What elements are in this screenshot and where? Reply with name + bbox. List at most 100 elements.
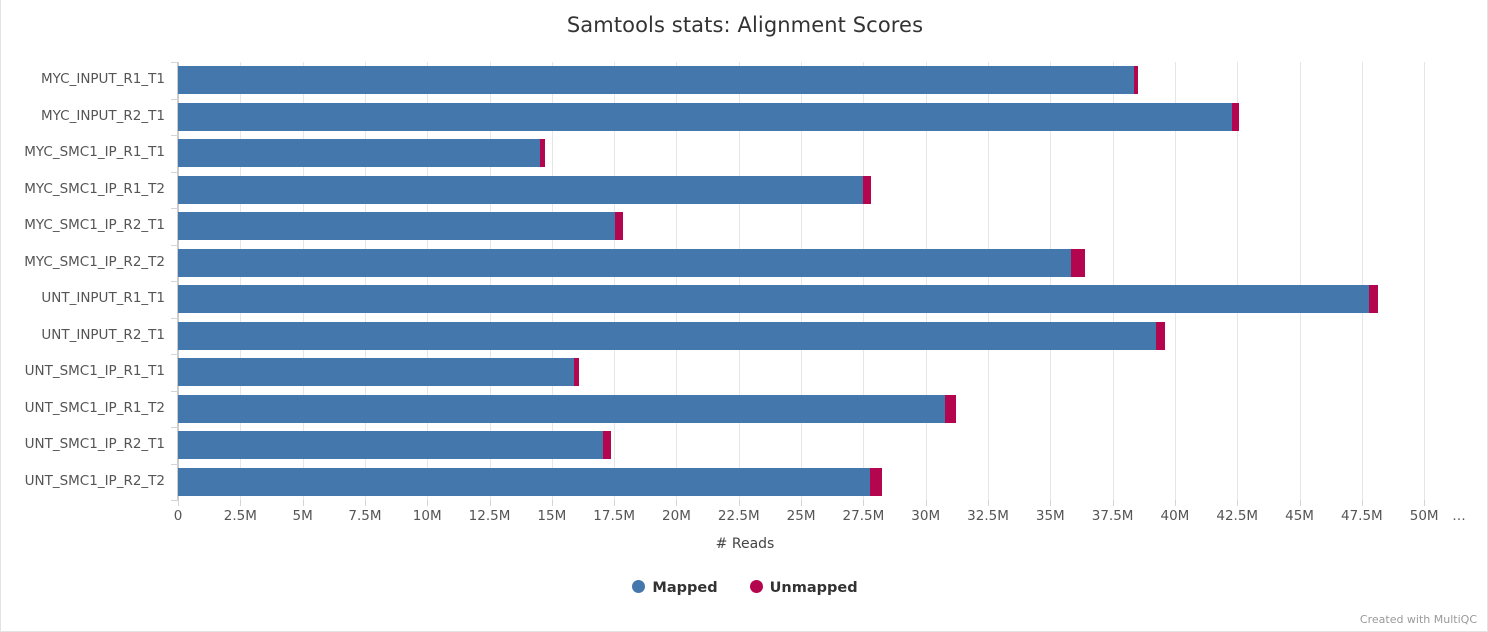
x-axis-tick	[863, 500, 865, 506]
bar-segment-unmapped[interactable]	[614, 212, 623, 241]
legend-swatch-icon	[749, 580, 763, 593]
y-axis-tick	[171, 98, 178, 100]
bar-segment-mapped[interactable]	[178, 285, 1369, 314]
bar-segment-unmapped[interactable]	[944, 394, 956, 423]
x-axis-tick	[988, 500, 989, 506]
legend-item-mapped[interactable]: Mapped	[632, 580, 718, 596]
bar-segment-unmapped[interactable]	[1232, 102, 1240, 131]
bar-segment-mapped[interactable]	[178, 358, 574, 387]
x-axis-label: 42.5M	[1216, 508, 1259, 524]
bar-segment-mapped[interactable]	[178, 66, 1134, 95]
bar-row[interactable]	[178, 467, 883, 496]
bar-segment-mapped[interactable]	[178, 212, 615, 241]
bars-layer	[178, 62, 1474, 500]
x-axis-tick	[738, 500, 740, 506]
bar-row[interactable]	[178, 394, 956, 423]
bar-segment-unmapped[interactable]	[1133, 66, 1138, 95]
x-axis-label: 37.5M	[1091, 508, 1134, 524]
bar-segment-mapped[interactable]	[178, 394, 945, 423]
x-axis-label: 17.5M	[593, 508, 635, 524]
bar-segment-unmapped[interactable]	[540, 139, 546, 168]
x-axis-tick	[1299, 500, 1301, 506]
y-axis-tick	[171, 427, 178, 428]
x-axis-tick	[240, 500, 242, 506]
x-axis-tick	[551, 500, 553, 506]
x-axis-label: 22.5M	[717, 508, 760, 524]
bar-segment-mapped[interactable]	[178, 467, 871, 496]
legend-swatch-icon	[632, 580, 646, 593]
x-axis-label: 35M	[1035, 508, 1065, 524]
y-axis-tick	[171, 171, 178, 173]
x-axis-tick	[1174, 500, 1176, 506]
bar-row[interactable]	[178, 102, 1240, 131]
x-axis-tick	[614, 500, 616, 506]
x-axis-label: 25M	[786, 508, 816, 524]
x-axis-tick	[364, 500, 366, 506]
bar-segment-mapped[interactable]	[178, 139, 541, 168]
bar-row[interactable]	[178, 285, 1378, 314]
y-axis-label: MYC_SMC1_IP_R1_T1	[24, 144, 165, 161]
y-axis-label: UNT_SMC1_IP_R1_T2	[24, 399, 165, 416]
legend-item-unmapped[interactable]: Unmapped	[749, 580, 858, 596]
chart-legend: Mapped Unmapped	[1, 580, 1488, 596]
x-axis-label: 40M	[1160, 508, 1190, 524]
bar-segment-unmapped[interactable]	[863, 175, 872, 204]
bar-segment-mapped[interactable]	[178, 102, 1233, 131]
y-axis-label: MYC_SMC1_IP_R2_T2	[24, 253, 165, 270]
x-axis-label: 50M	[1409, 508, 1439, 524]
y-axis-tick	[171, 463, 178, 465]
y-axis-label: UNT_INPUT_R1_T1	[41, 290, 165, 307]
y-axis-label: UNT_SMC1_IP_R2_T2	[24, 472, 165, 489]
x-axis-tick	[1112, 500, 1114, 506]
y-axis-tick	[171, 135, 178, 136]
x-axis-tick	[676, 500, 678, 506]
x-axis-label: 32.5M	[967, 508, 1009, 524]
bar-row[interactable]	[178, 212, 623, 241]
x-axis-overflow-label: …	[1452, 508, 1466, 524]
bar-segment-unmapped[interactable]	[573, 358, 580, 387]
bar-segment-unmapped[interactable]	[870, 467, 883, 496]
y-axis-tick	[171, 281, 178, 282]
x-axis-tick	[178, 500, 179, 506]
y-axis-label: MYC_INPUT_R2_T1	[41, 107, 165, 124]
bar-segment-unmapped[interactable]	[1155, 321, 1165, 350]
x-axis-label: 10M	[412, 508, 442, 524]
y-axis-tick	[171, 354, 178, 355]
bar-segment-unmapped[interactable]	[1070, 248, 1085, 277]
x-axis-tick	[925, 500, 927, 506]
bar-segment-mapped[interactable]	[178, 321, 1156, 350]
bar-segment-mapped[interactable]	[178, 248, 1071, 277]
bar-row[interactable]	[178, 248, 1085, 277]
legend-label: Unmapped	[769, 580, 858, 596]
bar-row[interactable]	[178, 139, 546, 168]
x-axis-title: # Reads	[715, 536, 775, 552]
bar-row[interactable]	[178, 175, 872, 204]
x-axis-tick	[1361, 500, 1363, 506]
y-axis-label: UNT_INPUT_R2_T1	[41, 326, 165, 343]
bar-segment-mapped[interactable]	[178, 431, 603, 460]
y-axis-label: UNT_SMC1_IP_R2_T1	[24, 436, 165, 453]
bar-row[interactable]	[178, 66, 1138, 95]
bar-segment-unmapped[interactable]	[602, 431, 611, 460]
x-axis-label: 47.5M	[1340, 508, 1383, 524]
x-axis-label: 45M	[1285, 508, 1314, 524]
x-axis-tick	[427, 500, 429, 506]
y-axis-label: MYC_SMC1_IP_R1_T2	[24, 180, 165, 197]
samtools-alignment-scores-chart: Samtools stats: Alignment Scores MYC_INP…	[0, 0, 1488, 632]
y-axis-tick	[171, 62, 178, 63]
y-axis-tick	[171, 317, 178, 319]
x-axis-tick	[489, 500, 491, 506]
x-axis-tick	[1237, 500, 1239, 506]
bar-segment-unmapped[interactable]	[1368, 285, 1378, 314]
bar-row[interactable]	[178, 358, 580, 387]
y-axis-tick	[171, 500, 178, 501]
bar-row[interactable]	[178, 431, 611, 460]
plot-area	[178, 62, 1474, 500]
legend-label: Mapped	[652, 580, 718, 596]
x-axis-tick	[1424, 500, 1426, 506]
bar-segment-mapped[interactable]	[178, 175, 864, 204]
bar-row[interactable]	[178, 321, 1165, 350]
x-axis-label: 30M	[911, 508, 941, 524]
x-axis-tick	[801, 500, 803, 506]
y-axis-label: MYC_INPUT_R1_T1	[41, 71, 165, 88]
